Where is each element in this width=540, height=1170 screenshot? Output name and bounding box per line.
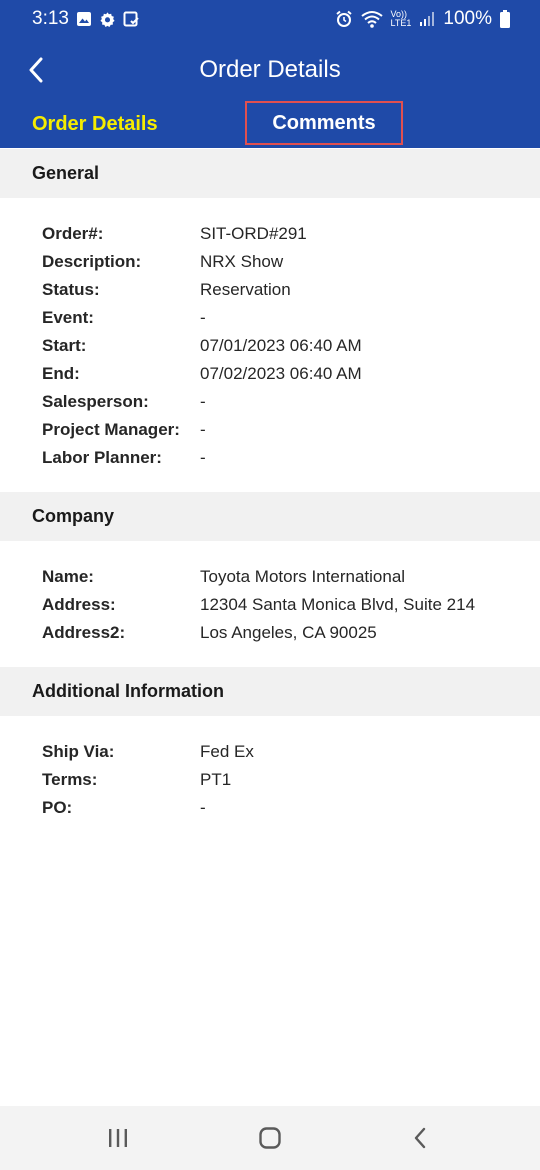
section-title-additional-information: Additional Information xyxy=(32,681,224,701)
nav-back-button[interactable] xyxy=(400,1124,440,1152)
system-nav-bar xyxy=(0,1106,540,1170)
status-left-icons xyxy=(76,11,139,28)
detail-label: PO: xyxy=(42,798,73,817)
wifi-icon xyxy=(360,11,383,28)
signal-icon xyxy=(420,12,435,26)
detail-row-address: Address: 12304 Santa Monica Blvd, Suite … xyxy=(42,591,522,619)
detail-value: Los Angeles, CA 90025 xyxy=(200,623,377,642)
volte-icon: Vo)) LTE1 xyxy=(391,10,412,28)
back-icon xyxy=(414,1127,426,1149)
detail-label: Salesperson: xyxy=(42,392,149,411)
detail-label: Description: xyxy=(42,252,142,271)
status-time: 3:13 xyxy=(32,8,69,29)
section-title-company: Company xyxy=(32,506,115,526)
status-right-icons: Vo)) LTE1 100% xyxy=(335,8,510,30)
detail-label: Event: xyxy=(42,308,94,327)
home-icon xyxy=(259,1127,281,1149)
page-title: Order Details xyxy=(199,56,341,83)
detail-row-end: End: 07/02/2023 06:40 AM xyxy=(42,360,522,388)
detail-row-event: Event: - xyxy=(42,304,522,332)
detail-label: Status: xyxy=(42,280,100,299)
detail-row-po: PO: - xyxy=(42,794,522,822)
detail-row-ship-via: Ship Via: Fed Ex xyxy=(42,738,522,766)
detail-row-order-number: Order#: SIT-ORD#291 xyxy=(42,220,522,248)
detail-value: 07/02/2023 06:40 AM xyxy=(200,364,362,383)
recents-icon xyxy=(109,1129,127,1147)
status-bar: 3:13 Vo)) LTE1 100% xyxy=(0,0,540,40)
detail-value: 12304 Santa Monica Blvd, Suite 214 xyxy=(200,595,476,614)
header: 3:13 Vo)) LTE1 100% Order Details Order … xyxy=(0,0,540,148)
detail-value: - xyxy=(200,308,206,327)
detail-value: PT1 xyxy=(200,770,232,789)
recents-button[interactable] xyxy=(98,1124,138,1152)
general-details: Order#: SIT-ORD#291 Description: NRX Sho… xyxy=(42,220,522,472)
detail-label: Ship Via: xyxy=(42,742,115,761)
detail-label: Start: xyxy=(42,336,87,355)
detail-value: - xyxy=(200,392,206,411)
detail-label: Name: xyxy=(42,567,94,586)
settings-icon xyxy=(100,12,115,27)
home-button[interactable] xyxy=(250,1124,290,1152)
battery-icon xyxy=(500,10,510,28)
detail-row-salesperson: Salesperson: - xyxy=(42,388,522,416)
detail-value: - xyxy=(200,798,206,817)
image-icon xyxy=(77,12,91,26)
detail-label: Order#: xyxy=(42,224,104,243)
tab-bar: Order Details Comments xyxy=(0,100,540,148)
detail-value: - xyxy=(200,448,206,467)
detail-label: Address: xyxy=(42,595,116,614)
detail-row-status: Status: Reservation xyxy=(42,276,522,304)
detail-row-project-manager: Project Manager: - xyxy=(42,416,522,444)
section-title-general: General xyxy=(32,163,100,183)
volte-label-bottom: LTE1 xyxy=(390,18,412,28)
detail-row-name: Name: Toyota Motors International xyxy=(42,563,522,591)
detail-value: - xyxy=(200,420,206,439)
clipboard-icon xyxy=(123,11,139,27)
detail-value: SIT-ORD#291 xyxy=(200,224,307,243)
detail-row-labor-planner: Labor Planner: - xyxy=(42,444,522,472)
section-header-general: General xyxy=(0,149,540,198)
app-bar: Order Details xyxy=(0,44,540,96)
detail-row-address2: Address2: Los Angeles, CA 90025 xyxy=(42,619,522,647)
tab-order-details[interactable]: Order Details xyxy=(32,113,158,136)
detail-label: Project Manager: xyxy=(42,420,180,439)
detail-value: Reservation xyxy=(200,280,291,299)
detail-value: 07/01/2023 06:40 AM xyxy=(200,336,362,355)
detail-label: Labor Planner: xyxy=(42,448,162,467)
detail-value: NRX Show xyxy=(200,252,284,271)
detail-row-start: Start: 07/01/2023 06:40 AM xyxy=(42,332,522,360)
additional-details: Ship Via: Fed Ex Terms: PT1 PO: - xyxy=(42,738,522,822)
section-header-additional-information: Additional Information xyxy=(0,667,540,716)
company-details: Name: Toyota Motors International Addres… xyxy=(42,563,522,647)
battery-percent: 100% xyxy=(443,8,492,29)
detail-label: Terms: xyxy=(42,770,98,789)
alarm-icon xyxy=(335,10,352,27)
tab-comments[interactable]: Comments xyxy=(245,101,403,145)
detail-row-description: Description: NRX Show xyxy=(42,248,522,276)
detail-row-terms: Terms: PT1 xyxy=(42,766,522,794)
detail-value: Fed Ex xyxy=(200,742,254,761)
detail-label: Address2: xyxy=(42,623,126,642)
section-header-company: Company xyxy=(0,492,540,541)
detail-label: End: xyxy=(42,364,80,383)
detail-value: Toyota Motors International xyxy=(200,567,406,586)
